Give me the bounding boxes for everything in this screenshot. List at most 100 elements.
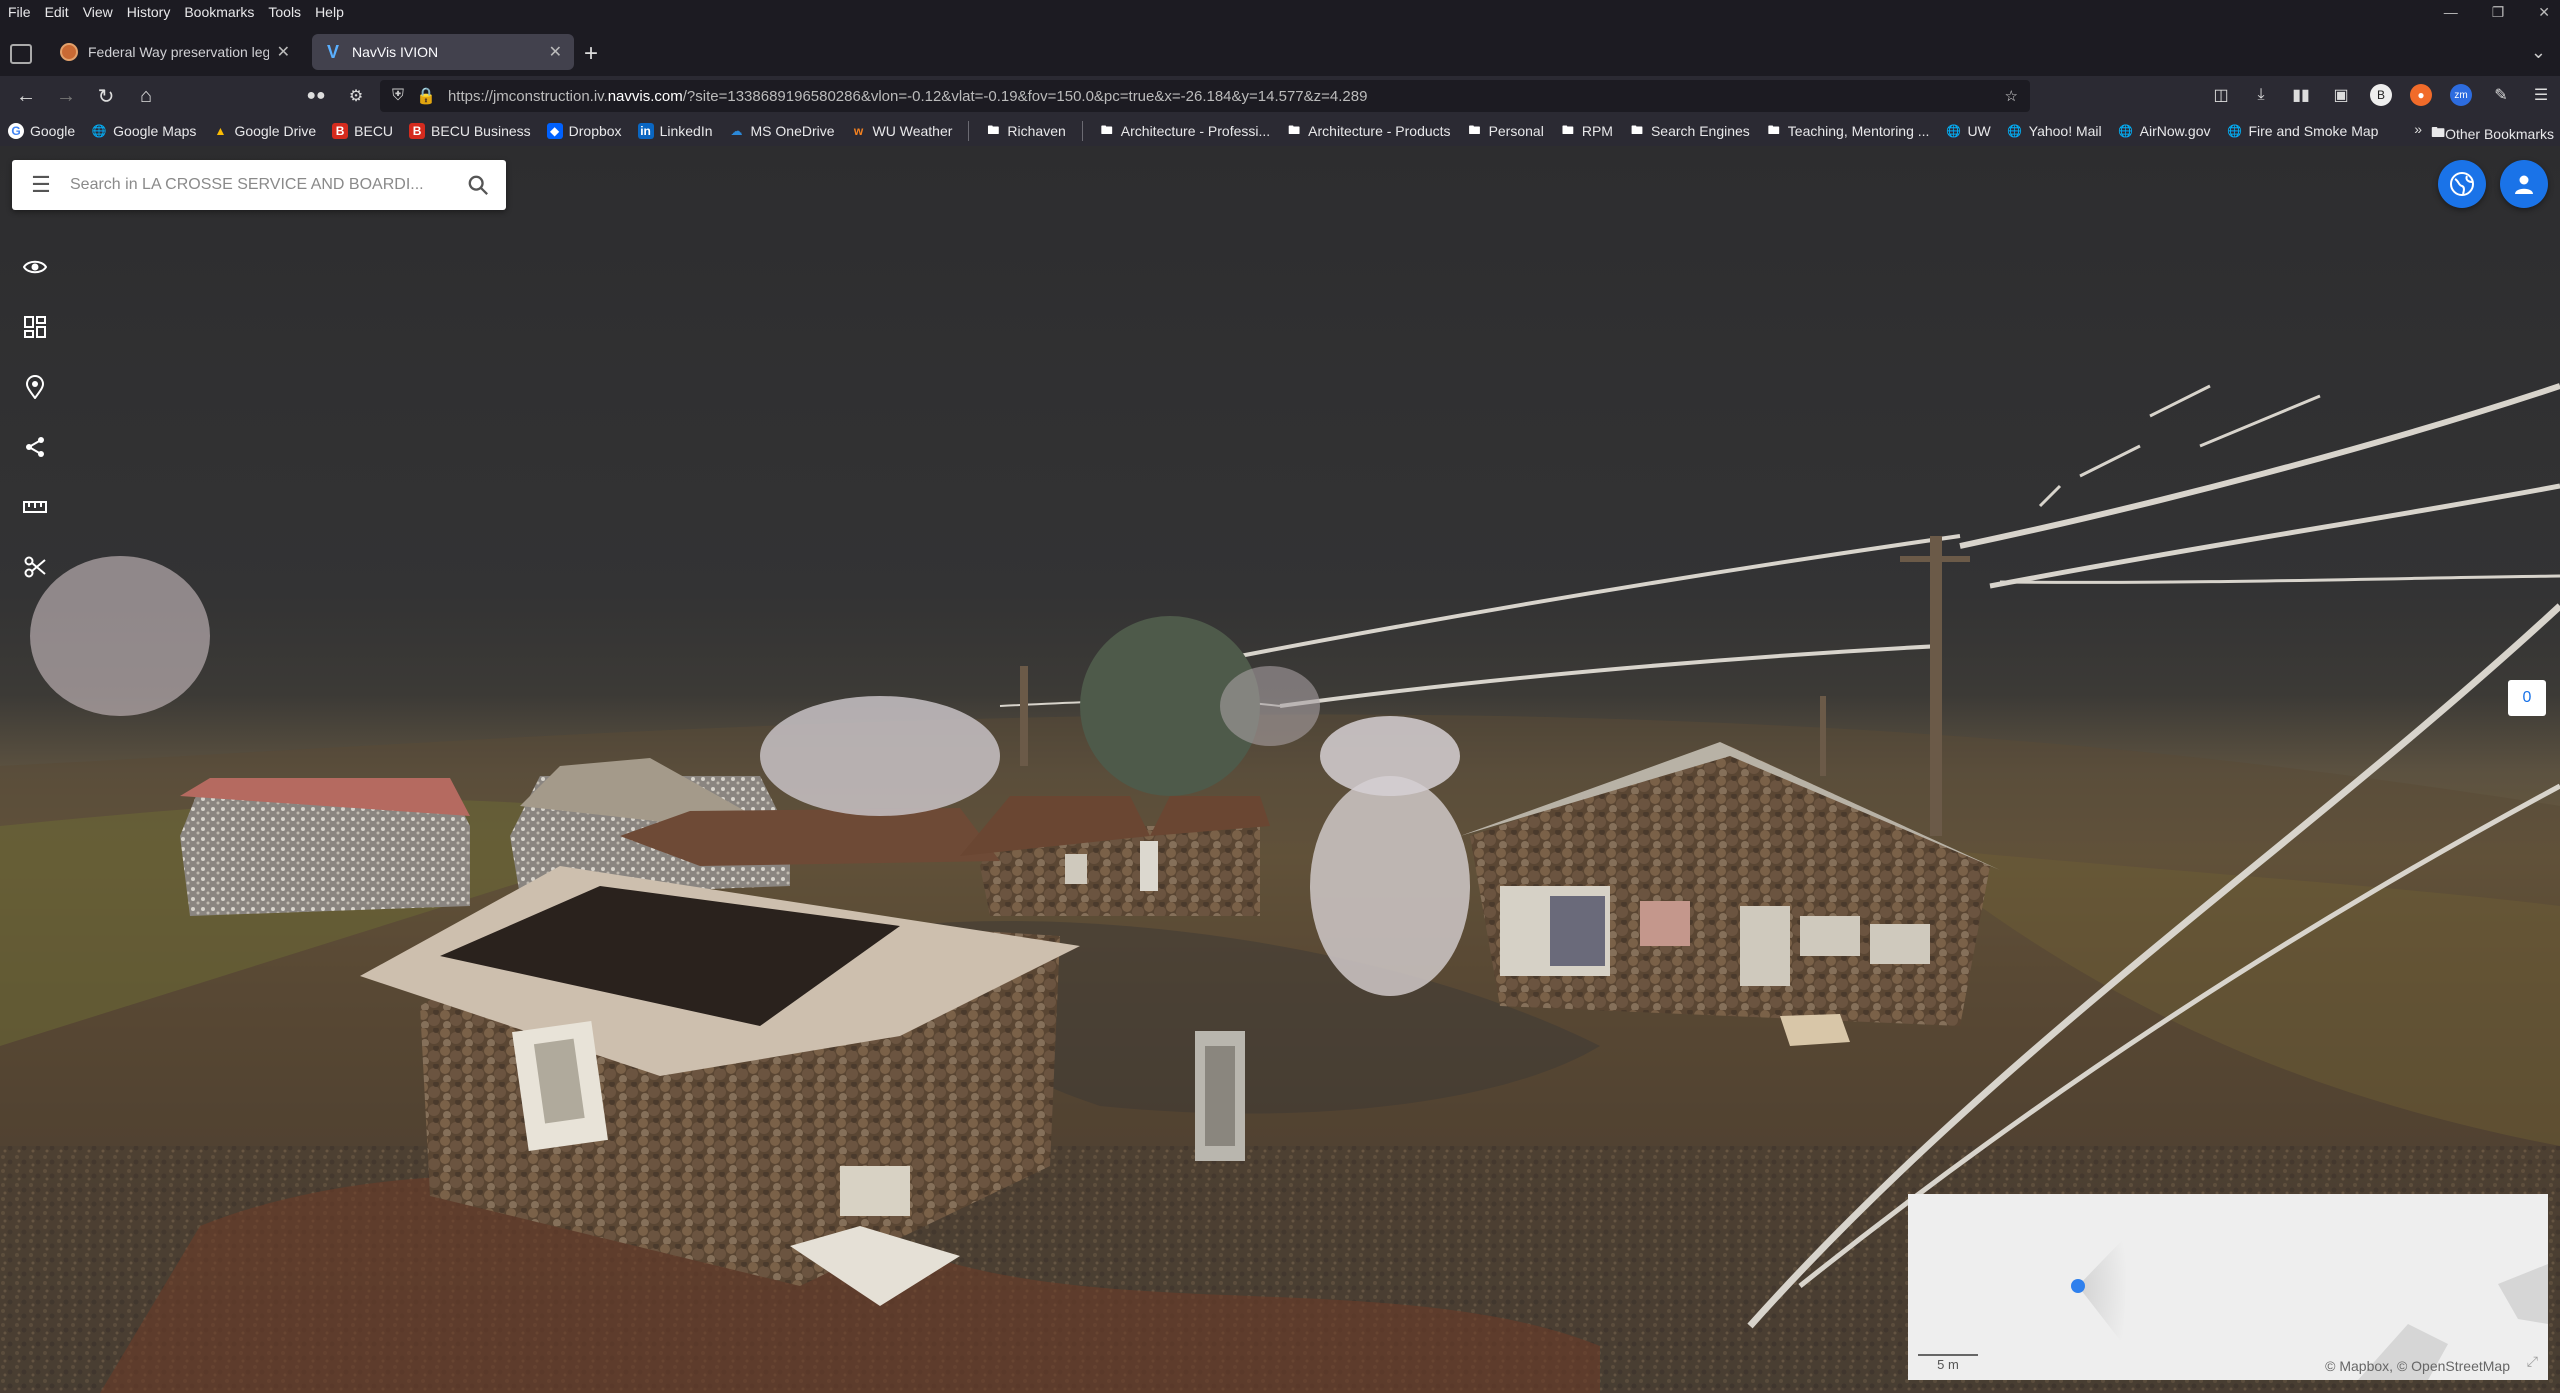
window-controls: — ❐ ✕ bbox=[2444, 0, 2550, 24]
bookmark-folder-rpm[interactable]: 🖿 RPM bbox=[1560, 122, 1613, 140]
becu-icon: B bbox=[409, 123, 426, 139]
bookmark-wu-weather[interactable]: w WU Weather bbox=[851, 123, 953, 139]
folder-icon: 🖿 bbox=[1100, 122, 1113, 137]
pocket-icon[interactable]: ◫ bbox=[2210, 84, 2232, 106]
globe-icon[interactable] bbox=[2438, 160, 2486, 208]
bookmark-folder-architecture-professional[interactable]: 🖿 Architecture - Professi... bbox=[1099, 122, 1271, 140]
menu-view[interactable]: View bbox=[83, 4, 113, 20]
bookmark-becu[interactable]: B BECU bbox=[332, 123, 393, 139]
back-icon[interactable]: ← bbox=[14, 84, 38, 108]
bookmark-folder-architecture-products[interactable]: 🖿 Architecture - Products bbox=[1286, 122, 1451, 140]
menu-history[interactable]: History bbox=[127, 4, 171, 20]
bookmark-google[interactable]: G Google bbox=[8, 123, 75, 139]
folder-icon: 🖿 bbox=[1288, 122, 1301, 137]
bookmark-folder-richaven[interactable]: 🖿 Richaven bbox=[985, 123, 1065, 140]
close-window-icon[interactable]: ✕ bbox=[2538, 4, 2550, 21]
tab-navvis-ivion[interactable]: V NavVis IVION ✕ bbox=[312, 34, 574, 70]
dashboard-icon[interactable] bbox=[22, 314, 48, 340]
minimap-canvas bbox=[2071, 1234, 2548, 1380]
bookmark-label: MS OneDrive bbox=[750, 123, 835, 139]
close-tab-icon[interactable]: ✕ bbox=[277, 42, 290, 62]
bookmark-folder-personal[interactable]: 🖿 Personal bbox=[1467, 122, 1544, 140]
bookmark-fire-smoke-map[interactable]: 🌐 Fire and Smoke Map bbox=[2226, 123, 2378, 139]
bookmark-dropbox[interactable]: ◆ Dropbox bbox=[546, 123, 622, 139]
folder-icon: 🖿 bbox=[1468, 122, 1481, 137]
sidebar-icon[interactable]: ▣ bbox=[2330, 84, 2352, 106]
library-icon[interactable]: ▮▮ bbox=[2290, 84, 2312, 106]
private-mask-icon[interactable]: ●● bbox=[304, 84, 328, 108]
map-shape bbox=[2498, 1264, 2548, 1324]
bookmark-airnow[interactable]: 🌐 AirNow.gov bbox=[2118, 123, 2210, 139]
tab-strip: Federal Way preservation legisl ✕ V NavV… bbox=[0, 28, 2560, 76]
menu-file[interactable]: File bbox=[8, 4, 31, 20]
shield-icon[interactable]: ⛨ bbox=[392, 87, 404, 105]
new-tab-icon[interactable]: + bbox=[584, 40, 598, 68]
share-icon[interactable] bbox=[22, 434, 48, 460]
restore-icon[interactable]: ❐ bbox=[2492, 4, 2505, 21]
globe-icon: 🌐 bbox=[2227, 124, 2242, 138]
bookmark-label: Google Drive bbox=[234, 123, 317, 139]
scissors-icon[interactable] bbox=[22, 554, 48, 580]
minimap[interactable]: 5 m © Mapbox, © OpenStreetMap ⤢ bbox=[1908, 1194, 2548, 1380]
bookmark-folder-search-engines[interactable]: 🖿 Search Engines bbox=[1629, 123, 1750, 140]
chevrons-right-icon[interactable]: » bbox=[2414, 121, 2422, 137]
bookmark-label: Architecture - Professi... bbox=[1120, 123, 1271, 139]
map-attribution[interactable]: © Mapbox, © OpenStreetMap bbox=[2325, 1358, 2510, 1374]
chevron-down-icon[interactable]: ⌄ bbox=[2531, 42, 2546, 63]
folder-icon: 🖿 bbox=[1561, 122, 1574, 137]
search-icon[interactable] bbox=[450, 174, 506, 196]
bookmark-label: RPM bbox=[1581, 123, 1613, 139]
point-cloud-viewer[interactable]: ☰ 0 bbox=[0, 146, 2560, 1393]
signpost bbox=[1195, 1031, 1245, 1161]
extension-zm-icon[interactable]: zm bbox=[2450, 84, 2472, 106]
bookmark-label: Architecture - Products bbox=[1308, 123, 1451, 139]
eye-icon[interactable] bbox=[22, 254, 48, 280]
bookmark-ms-onedrive[interactable]: ☁ MS OneDrive bbox=[729, 123, 835, 139]
drive-icon: ▲ bbox=[214, 124, 227, 138]
bookmark-uw[interactable]: 🌐 UW bbox=[1945, 123, 1991, 139]
view-cone bbox=[2078, 1234, 2128, 1344]
tab-federal-way[interactable]: Federal Way preservation legisl ✕ bbox=[48, 34, 302, 70]
bookmark-label: Google Maps bbox=[113, 123, 197, 139]
user-account-icon[interactable] bbox=[2500, 160, 2548, 208]
globe-icon: 🌐 bbox=[91, 124, 107, 138]
extensions-icon[interactable]: ✎ bbox=[2490, 84, 2512, 106]
minimize-icon[interactable]: — bbox=[2444, 4, 2458, 20]
expand-icon[interactable]: ⤢ bbox=[2527, 1353, 2538, 1370]
tab-list-icon[interactable] bbox=[10, 44, 32, 64]
site-favicon-icon bbox=[60, 43, 78, 61]
navvis-favicon-icon: V bbox=[326, 42, 339, 62]
bookmark-folder-teaching[interactable]: 🖿 Teaching, Mentoring ... bbox=[1766, 123, 1930, 140]
close-tab-icon[interactable]: ✕ bbox=[549, 42, 562, 62]
lock-icon[interactable]: 🔒 bbox=[416, 86, 436, 106]
poi-counter-badge[interactable]: 0 bbox=[2508, 680, 2546, 716]
extension-orange-icon[interactable]: ● bbox=[2410, 84, 2432, 106]
bookmark-separator bbox=[1081, 121, 1083, 141]
bookmarks-toolbar: G Google 🌐 Google Maps ▲ Google Drive B BECU… bbox=[0, 116, 2560, 146]
bookmark-google-drive[interactable]: ▲ Google Drive bbox=[212, 123, 316, 139]
home-icon[interactable]: ⌂ bbox=[134, 84, 158, 108]
menu-edit[interactable]: Edit bbox=[45, 4, 69, 20]
extension-b-icon[interactable]: B bbox=[2370, 84, 2392, 106]
location-pin-icon[interactable] bbox=[22, 374, 48, 400]
search-input[interactable] bbox=[70, 176, 450, 194]
url-bar[interactable]: ⛨ 🔒 https://jmconstruction.iv. navvis.com… bbox=[380, 80, 2030, 112]
hamburger-menu-icon[interactable]: ☰ bbox=[12, 172, 70, 198]
bookmark-google-maps[interactable]: 🌐 Google Maps bbox=[91, 123, 197, 139]
bookmark-becu-business[interactable]: B BECU Business bbox=[409, 123, 531, 139]
reload-icon[interactable]: ↻ bbox=[94, 84, 118, 108]
menu-bookmarks[interactable]: Bookmarks bbox=[184, 4, 254, 20]
menu-help[interactable]: Help bbox=[315, 4, 344, 20]
bookmark-other[interactable]: 🖿 Other Bookmarks bbox=[2431, 122, 2554, 146]
menu-tools[interactable]: Tools bbox=[268, 4, 301, 20]
bookmark-linkedin[interactable]: in LinkedIn bbox=[637, 123, 713, 139]
app-menu-icon[interactable]: ☰ bbox=[2530, 84, 2552, 106]
downloads-icon[interactable]: ⤓ bbox=[2250, 84, 2272, 106]
ruler-icon[interactable] bbox=[22, 494, 48, 520]
bookmark-label: Personal bbox=[1488, 123, 1544, 139]
extension-puzzle-icon[interactable]: ⚙ bbox=[344, 84, 368, 108]
forward-icon[interactable]: → bbox=[54, 84, 78, 108]
onedrive-icon: ☁ bbox=[730, 124, 743, 138]
bookmark-star-icon[interactable]: ☆ bbox=[2005, 87, 2018, 105]
bookmark-yahoo-mail[interactable]: 🌐 Yahoo! Mail bbox=[2007, 123, 2101, 139]
